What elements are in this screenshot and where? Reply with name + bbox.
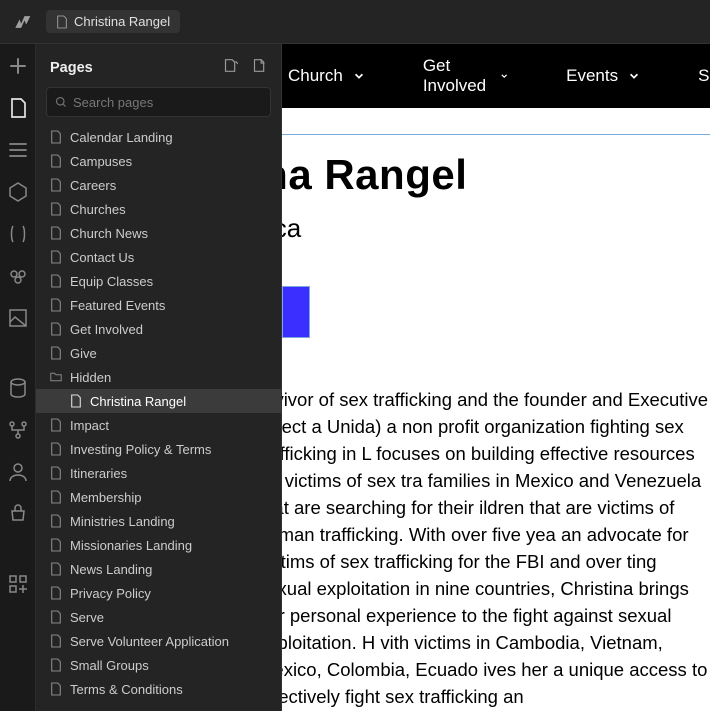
page-item[interactable]: Terms & Conditions (36, 677, 281, 701)
top-bar: Christina Rangel (0, 0, 710, 44)
nav-item-get-involved[interactable]: Get Involved (423, 56, 508, 96)
page-item[interactable]: Give (36, 341, 281, 365)
page-title[interactable]: ina Rangel (282, 151, 710, 199)
page-item-label: Privacy Policy (70, 586, 151, 601)
page-item-label: Equip Classes (70, 274, 153, 289)
page-item-label: Get Involved (70, 322, 143, 337)
page-item[interactable]: Church News (36, 221, 281, 245)
page-list[interactable]: Calendar Landing Campuses Careers Churches C… (36, 125, 281, 711)
navigator-button[interactable] (6, 138, 30, 162)
page-item-label: Churches (70, 202, 126, 217)
page-item[interactable]: Membership (36, 485, 281, 509)
apps-button[interactable] (6, 572, 30, 596)
logic-button[interactable] (6, 418, 30, 442)
page-item[interactable]: Privacy Policy (36, 581, 281, 605)
page-item[interactable]: Itineraries (36, 461, 281, 485)
nav-item-events[interactable]: Events (566, 66, 640, 86)
page-subtitle[interactable]: ica (282, 213, 710, 244)
chevron-down-icon (628, 70, 640, 82)
pages-panel: Pages Calendar Landing Campuses Careers Chu… (36, 44, 282, 711)
selection-outline (282, 134, 710, 135)
page-item[interactable]: Careers (36, 173, 281, 197)
webflow-logo[interactable] (12, 12, 32, 32)
nav-label: Get Involved (423, 56, 490, 96)
page-item[interactable]: Serve Volunteer Application (36, 629, 281, 653)
page-item[interactable]: Churches (36, 197, 281, 221)
page-item[interactable]: Calendar Landing (36, 125, 281, 149)
page-item[interactable]: Serve (36, 605, 281, 629)
cms-button[interactable] (6, 376, 30, 400)
page-item-label: Contact Us (70, 250, 134, 265)
page-search-input[interactable] (73, 95, 262, 110)
page-item-label: Terms & Conditions (70, 682, 183, 697)
page-item[interactable]: Missionaries Landing (36, 533, 281, 557)
page-item[interactable]: Equip Classes (36, 269, 281, 293)
page-item[interactable]: Christina Rangel (36, 389, 281, 413)
page-item-label: Give (70, 346, 97, 361)
variables-button[interactable] (6, 222, 30, 246)
page-content: ina Rangel ica urvivor of sex traffickin… (282, 108, 710, 710)
search-icon (55, 96, 67, 108)
page-item-label: Church News (70, 226, 148, 241)
page-item-label: Investing Policy & Terms (70, 442, 211, 457)
page-item-label: Ministries Landing (70, 514, 175, 529)
chevron-down-icon (353, 70, 365, 82)
page-item-label: Hidden (70, 370, 111, 385)
canvas[interactable]: Church Get Involved Events Schoo ina Ran… (282, 44, 710, 711)
page-item-label: Serve (70, 610, 104, 625)
add-element-button[interactable] (6, 54, 30, 78)
nav-label: Schoo (698, 66, 710, 86)
page-search[interactable] (46, 87, 271, 117)
panel-header: Pages (36, 44, 281, 87)
chevron-down-icon (500, 70, 508, 82)
page-item[interactable]: Contact Us (36, 245, 281, 269)
page-item[interactable]: Impact (36, 413, 281, 437)
page-item-label: Small Groups (70, 658, 149, 673)
page-item-label: Missionaries Landing (70, 538, 192, 553)
page-item-label: Campuses (70, 154, 132, 169)
site-nav: Church Get Involved Events Schoo (282, 44, 710, 108)
page-item-label: Membership (70, 490, 142, 505)
nav-label: Church (288, 66, 343, 86)
nav-item-church[interactable]: Church (288, 66, 365, 86)
breadcrumb-current-page[interactable]: Christina Rangel (46, 10, 180, 33)
left-toolbar (0, 44, 36, 711)
page-item-label: Featured Events (70, 298, 165, 313)
page-item-label: Christina Rangel (90, 394, 186, 409)
nav-label: Events (566, 66, 618, 86)
users-button[interactable] (6, 460, 30, 484)
breadcrumb-label: Christina Rangel (74, 14, 170, 29)
nav-item-school[interactable]: Schoo (698, 66, 710, 86)
page-item-label: Impact (70, 418, 109, 433)
ecommerce-button[interactable] (6, 502, 30, 526)
page-item-label: News Landing (70, 562, 152, 577)
body-text[interactable]: urvivor of sex trafficking and the found… (282, 386, 710, 710)
components-button[interactable] (6, 180, 30, 204)
page-item[interactable]: Campuses (36, 149, 281, 173)
page-item[interactable]: Get Involved (36, 317, 281, 341)
page-item[interactable]: Featured Events (36, 293, 281, 317)
page-item-label: Calendar Landing (70, 130, 173, 145)
page-item[interactable]: Small Groups (36, 653, 281, 677)
page-item-label: Itineraries (70, 466, 127, 481)
selected-image-element[interactable] (282, 286, 310, 338)
panel-title: Pages (50, 60, 93, 76)
page-item-label: Serve Volunteer Application (70, 634, 229, 649)
pages-button[interactable] (6, 96, 30, 120)
page-item[interactable]: News Landing (36, 557, 281, 581)
page-item[interactable]: Ministries Landing (36, 509, 281, 533)
page-item-label: Careers (70, 178, 116, 193)
new-page-icon[interactable] (223, 58, 238, 77)
page-item[interactable]: Hidden (36, 365, 281, 389)
new-folder-icon[interactable] (252, 58, 267, 77)
style-selectors-button[interactable] (6, 264, 30, 288)
assets-button[interactable] (6, 306, 30, 330)
page-item[interactable]: Investing Policy & Terms (36, 437, 281, 461)
